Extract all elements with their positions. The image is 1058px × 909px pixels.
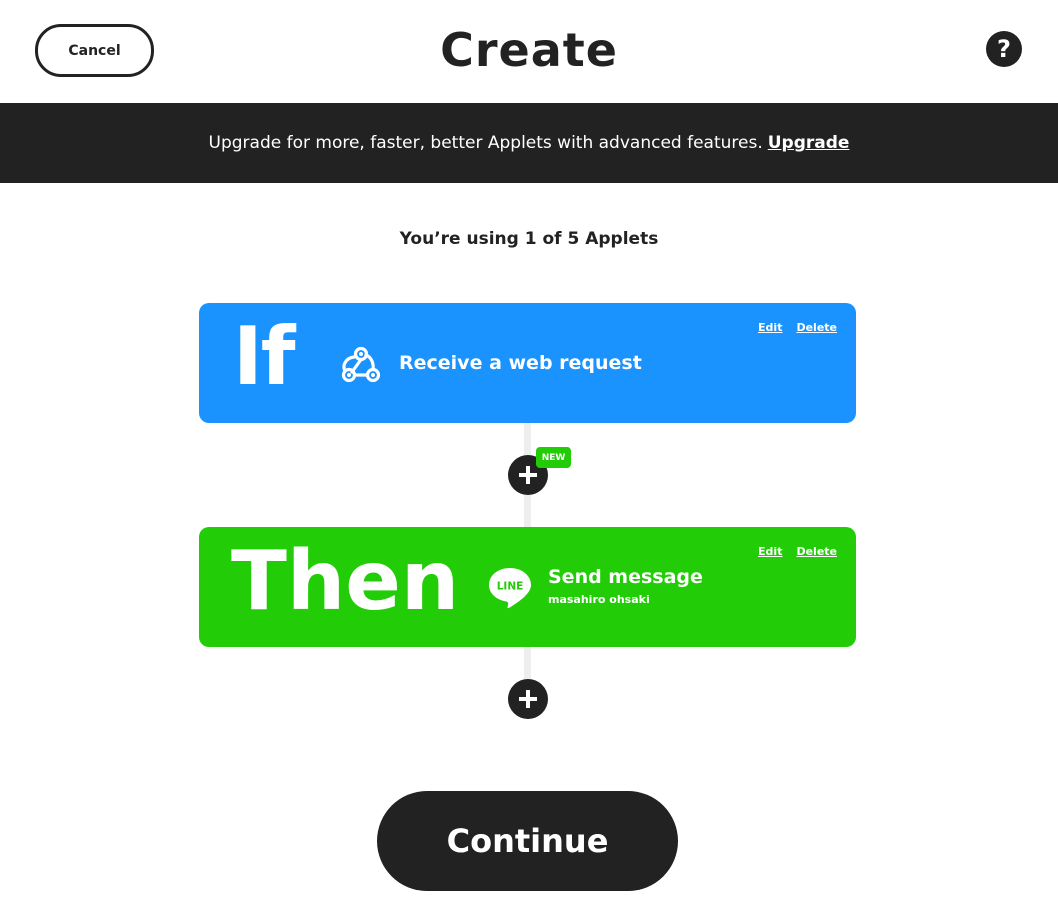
svg-text:LINE: LINE <box>497 581 524 593</box>
action-card-actions: Edit Delete <box>758 545 837 558</box>
add-action-button[interactable] <box>508 679 548 719</box>
plus-icon <box>519 690 537 708</box>
plus-icon <box>519 466 537 484</box>
trigger-delete-link[interactable]: Delete <box>796 321 837 334</box>
action-title: Send message <box>548 566 703 588</box>
applet-usage-text: You’re using 1 of 5 Applets <box>399 229 659 249</box>
line-icon: LINE <box>487 565 533 609</box>
webhook-icon <box>339 343 383 385</box>
help-button[interactable]: ? <box>986 31 1022 67</box>
banner-text: Upgrade for more, faster, better Applets… <box>208 133 763 153</box>
page-title: Create <box>440 23 618 77</box>
then-keyword: Then <box>231 534 460 629</box>
trigger-card[interactable]: If Receive a web request Edit Delete <box>199 303 856 423</box>
action-edit-link[interactable]: Edit <box>758 545 782 558</box>
header: Cancel Create ? <box>0 0 1058 103</box>
action-delete-link[interactable]: Delete <box>796 545 837 558</box>
if-keyword: If <box>233 310 296 403</box>
action-card[interactable]: Then LINE Send message masahiro ohsaki E… <box>199 527 856 647</box>
upgrade-link[interactable]: Upgrade <box>768 133 850 153</box>
continue-button[interactable]: Continue <box>377 791 678 891</box>
trigger-title: Receive a web request <box>399 352 642 374</box>
trigger-edit-link[interactable]: Edit <box>758 321 782 334</box>
question-mark-icon: ? <box>997 35 1011 63</box>
action-account-name: masahiro ohsaki <box>548 593 650 606</box>
upgrade-banner: Upgrade for more, faster, better Applets… <box>0 103 1058 183</box>
new-badge: NEW <box>536 447 571 468</box>
trigger-card-actions: Edit Delete <box>758 321 837 334</box>
